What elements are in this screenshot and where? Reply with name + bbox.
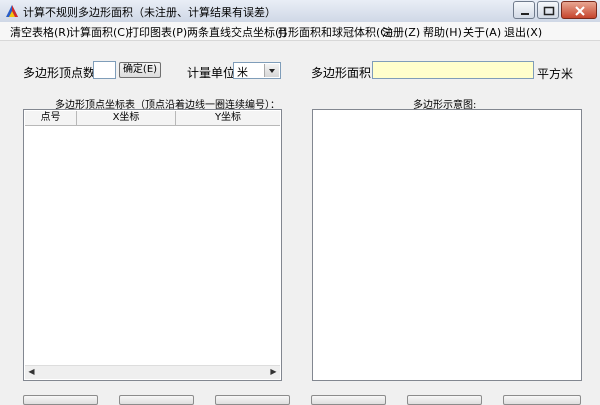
menu-about[interactable]: 关于(A) (463, 24, 501, 40)
bottom-button-5[interactable] (407, 395, 482, 405)
maximize-button[interactable] (537, 1, 559, 19)
vertex-count-label: 多边形顶点数: (23, 66, 100, 80)
menu-register[interactable]: 注册(Z) (382, 24, 420, 40)
menu-clear-table[interactable]: 清空表格(R) (10, 24, 70, 40)
menu-segment-area[interactable]: 弓形面积和球冠体积(G) (277, 24, 393, 40)
area-unit-label: 平方米 (537, 67, 574, 81)
title-bar: 计算不规则多边形面积（未注册、计算结果有误差） (0, 0, 600, 23)
vertex-count-input[interactable] (93, 61, 116, 79)
triangle-app-icon (6, 5, 18, 17)
menu-exit[interactable]: 退出(X) (504, 24, 542, 40)
menu-calc-area[interactable]: 计算面积(C) (69, 24, 129, 40)
close-icon (575, 6, 585, 16)
scroll-right-icon[interactable]: ▶ (267, 366, 280, 378)
bottom-button-2[interactable] (119, 395, 194, 405)
column-header-point: 点号 (25, 111, 77, 125)
column-header-x: X坐标 (77, 111, 176, 125)
area-output-field (372, 61, 534, 79)
bottom-button-1[interactable] (23, 395, 98, 405)
scroll-left-icon[interactable]: ◀ (25, 366, 38, 378)
unit-value: 米 (237, 66, 248, 79)
window-title: 计算不规则多边形面积（未注册、计算结果有误差） (23, 6, 276, 19)
menu-print[interactable]: 打印图表(P) (128, 24, 187, 40)
horizontal-scrollbar[interactable]: ◀ ▶ (25, 365, 280, 379)
bottom-button-4[interactable] (311, 395, 386, 405)
menu-bar: 清空表格(R) 计算面积(C) 打印图表(P) 两条直线交点坐标(J) 弓形面积… (0, 22, 600, 41)
chevron-down-icon[interactable] (264, 64, 279, 77)
menu-help[interactable]: 帮助(H) (423, 24, 462, 40)
unit-select[interactable]: 米 (233, 62, 281, 79)
polygon-preview-canvas (312, 109, 582, 381)
bottom-button-3[interactable] (215, 395, 290, 405)
bottom-button-6[interactable] (503, 395, 581, 405)
coordinate-table[interactable]: 点号 X坐标 Y坐标 ◀ ▶ (23, 109, 282, 381)
column-header-y: Y坐标 (214, 112, 242, 123)
maximize-icon (543, 6, 555, 16)
minimize-button[interactable] (513, 1, 535, 19)
confirm-button[interactable]: 确定(E) (119, 62, 161, 78)
minimize-icon (521, 13, 529, 15)
table-header: 点号 X坐标 Y坐标 (25, 111, 280, 126)
close-button[interactable] (561, 1, 597, 19)
menu-line-intersection[interactable]: 两条直线交点坐标(J) (187, 24, 287, 40)
